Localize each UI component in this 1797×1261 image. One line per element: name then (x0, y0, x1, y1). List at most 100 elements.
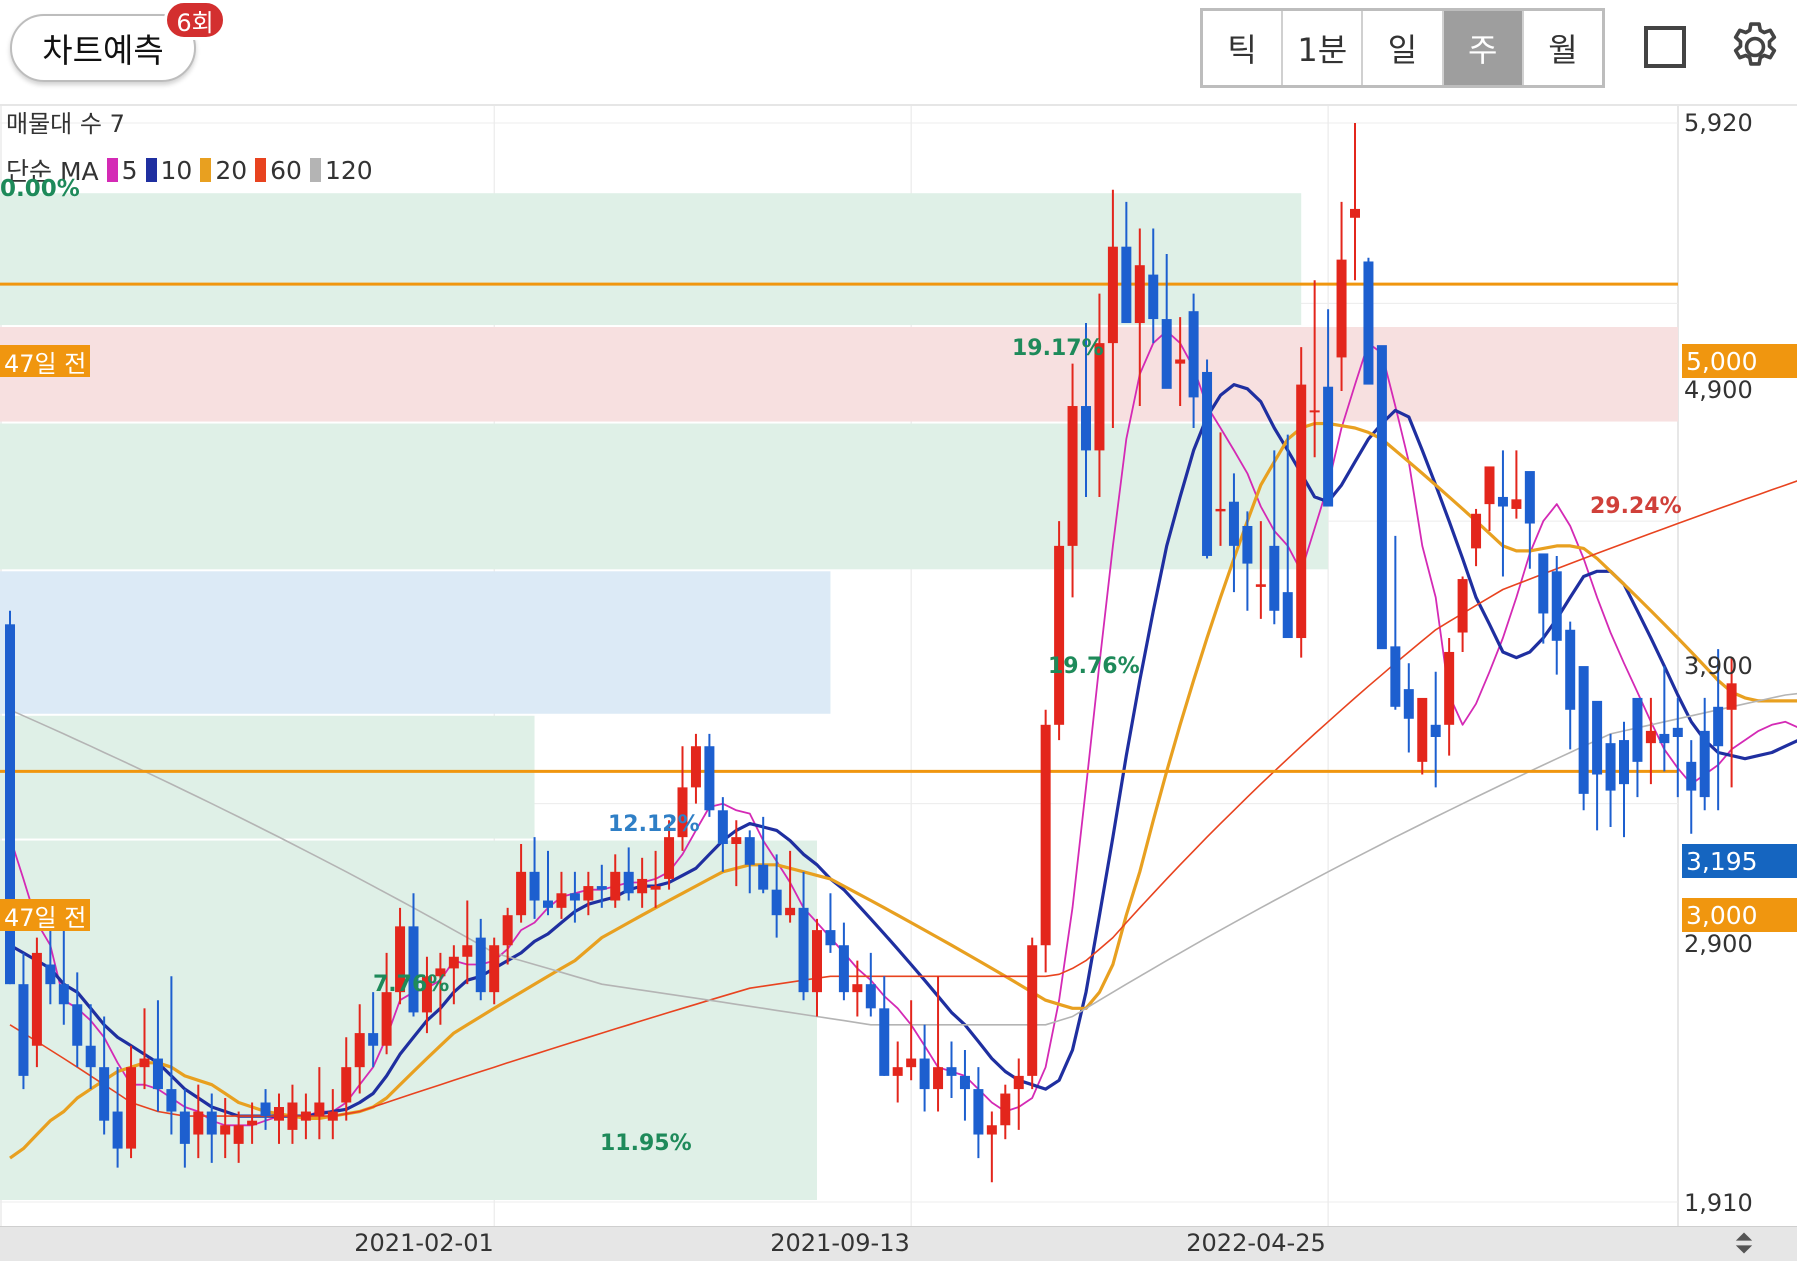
candle-body (502, 915, 513, 946)
candle-body (112, 1111, 123, 1149)
volume-profile-band (0, 423, 1329, 570)
candle-body (825, 930, 836, 946)
reference-line-label: 47일 전 (0, 345, 91, 378)
ma120-swatch (309, 158, 321, 182)
candle-body (906, 1058, 917, 1068)
candle-body (1471, 513, 1482, 549)
candle-body (838, 945, 849, 993)
candle-body (1511, 499, 1522, 509)
candle-body (1390, 646, 1401, 707)
square-icon[interactable] (1644, 26, 1686, 68)
candle-body (758, 864, 769, 890)
candle-body (1054, 545, 1065, 725)
top-toolbar: 차트예측 6회 틱 1분 일 주 월 (0, 0, 1797, 104)
candle-body (1403, 689, 1414, 719)
candle-body (1645, 730, 1656, 744)
candle-body (529, 871, 540, 901)
candle-body (179, 1111, 190, 1144)
ma10-swatch (145, 158, 157, 182)
candle-body (1713, 706, 1724, 747)
period-1min-tab[interactable]: 1분 (1283, 11, 1364, 85)
gear-icon[interactable] (1726, 18, 1784, 76)
period-month-tab[interactable]: 월 (1524, 11, 1602, 85)
candle-body (1296, 384, 1307, 639)
candle-body (85, 1045, 96, 1068)
candle-body (408, 926, 419, 1013)
candle-body (637, 878, 648, 894)
candle-body (1350, 208, 1360, 218)
candle-body (314, 1102, 325, 1117)
candle-body (892, 1067, 903, 1076)
reference-line-label: 47일 전 (0, 899, 91, 932)
stock-chart[interactable] (0, 104, 1797, 1260)
volume-profile-top-pct: 0.00% (0, 176, 80, 202)
candlestick-chart-svg[interactable] (0, 104, 1797, 1260)
candle-body (1081, 406, 1091, 451)
x-axis-tick: 2021-02-01 (354, 1229, 494, 1257)
vp-band-pct-label: 19.17% (1012, 336, 1104, 361)
candle-body (516, 871, 527, 916)
candle-body (247, 1120, 258, 1126)
ma20-swatch (200, 158, 212, 182)
candle-body (327, 1111, 338, 1121)
candle-body (274, 1107, 284, 1121)
candle-body (596, 886, 607, 890)
vp-band-pct-label: 7.76% (373, 972, 450, 997)
period-tick-tab[interactable]: 틱 (1203, 11, 1284, 85)
candle-body (381, 992, 392, 1046)
ma5-label: 5 (121, 155, 138, 185)
candle-body (543, 900, 553, 908)
candle-body (260, 1102, 271, 1117)
candle-body (731, 837, 742, 844)
candle-body (879, 1008, 890, 1076)
ma60-swatch (255, 158, 267, 182)
candle-body (475, 937, 486, 993)
candle-body (1282, 592, 1293, 639)
candle-body (852, 984, 863, 993)
candle-body (45, 964, 56, 985)
resize-arrows-icon[interactable] (1730, 1229, 1758, 1257)
candle-body (1686, 761, 1697, 791)
candle-body (152, 1058, 163, 1090)
predict-count-badge: 6회 (164, 0, 226, 40)
candle-body (1040, 724, 1051, 946)
candle-body (368, 1033, 379, 1046)
volume-profile-legend: 매물대 수 7 (6, 110, 125, 138)
vp-band-pct-label: 11.95% (600, 1131, 692, 1156)
period-week-tab[interactable]: 주 (1443, 11, 1524, 85)
candle-body (690, 746, 701, 788)
candle-body (1659, 733, 1670, 744)
candle-body (623, 871, 634, 894)
candle-body (1107, 246, 1118, 344)
candle-body (946, 1067, 957, 1076)
candle-body (1309, 410, 1320, 413)
candle-body (206, 1111, 217, 1135)
candle-body (462, 945, 473, 957)
volume-profile-band (0, 327, 1678, 422)
candle-body (717, 810, 728, 844)
candle-body (583, 886, 594, 901)
candle-body (1161, 319, 1172, 389)
y-axis-tick: 2,900 (1684, 930, 1753, 958)
volume-profile-band (0, 193, 1302, 326)
period-day-tab[interactable]: 일 (1363, 11, 1444, 85)
candle-body (664, 837, 675, 879)
candle-body (1430, 724, 1441, 737)
candle-body (610, 871, 621, 901)
candle-body (31, 952, 42, 1046)
candle-body (919, 1058, 930, 1090)
y-axis-tick: 1,910 (1684, 1189, 1753, 1217)
volume-profile-band (0, 715, 535, 839)
candle-body (812, 930, 822, 993)
candle-body (1565, 629, 1576, 710)
candle-body (704, 746, 715, 811)
candle-body (1067, 406, 1078, 546)
candle-body (489, 945, 500, 993)
candle-body (1619, 740, 1629, 785)
candle-body (1538, 553, 1549, 614)
candle-body (1376, 345, 1387, 650)
x-axis-tick: 2022-04-25 (1186, 1229, 1326, 1257)
candle-body (1215, 508, 1226, 512)
candle-body (193, 1111, 204, 1135)
candle-body (1363, 261, 1374, 385)
